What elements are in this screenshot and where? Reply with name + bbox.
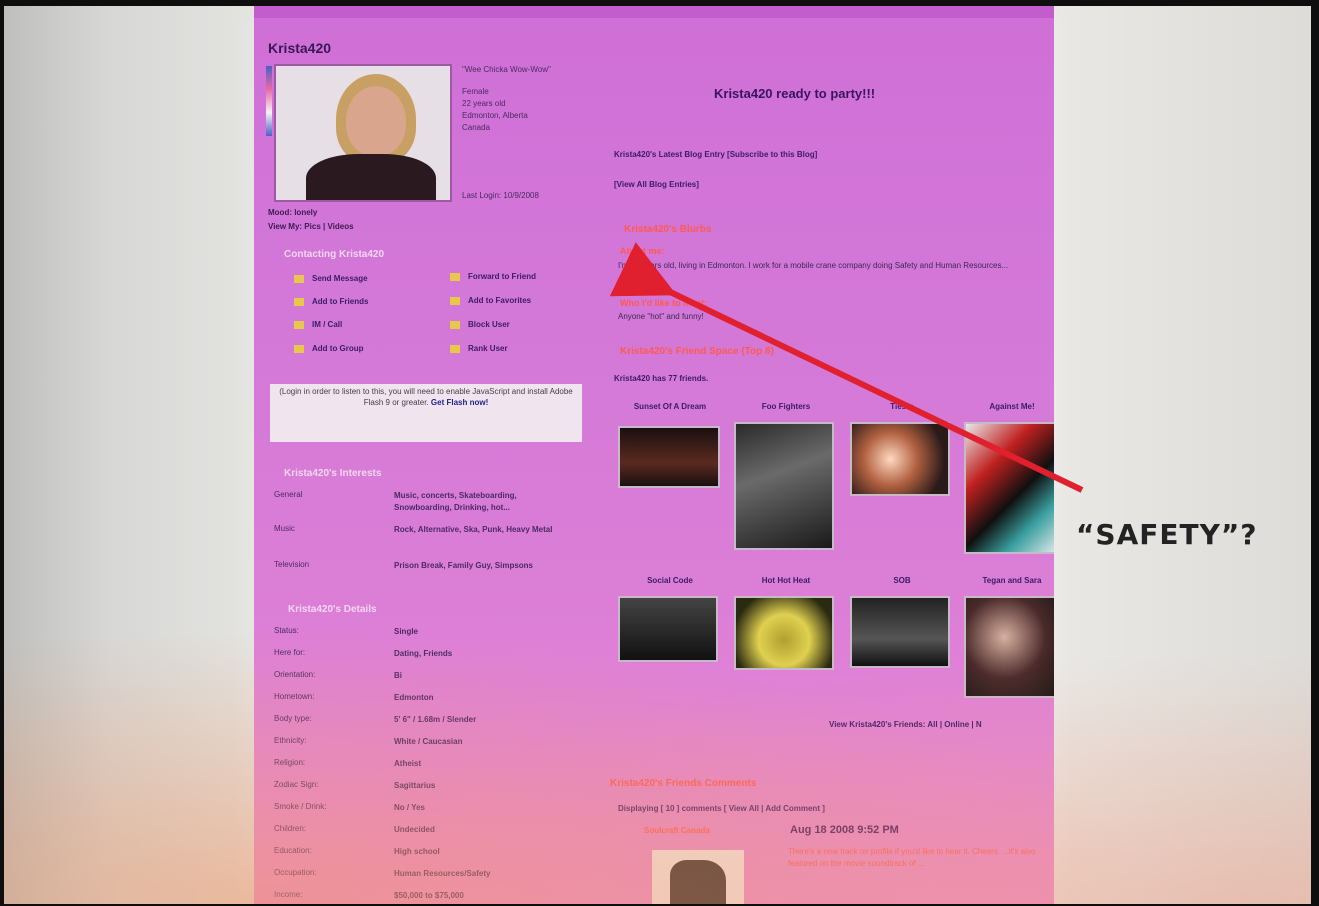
annotation-arrow xyxy=(609,242,1084,493)
projected-screen: Krista420 "Wee Chicka Wow-Wow" Female 22… xyxy=(4,6,1311,904)
safety-annotation-label: “SAFETY”? xyxy=(1076,518,1258,551)
